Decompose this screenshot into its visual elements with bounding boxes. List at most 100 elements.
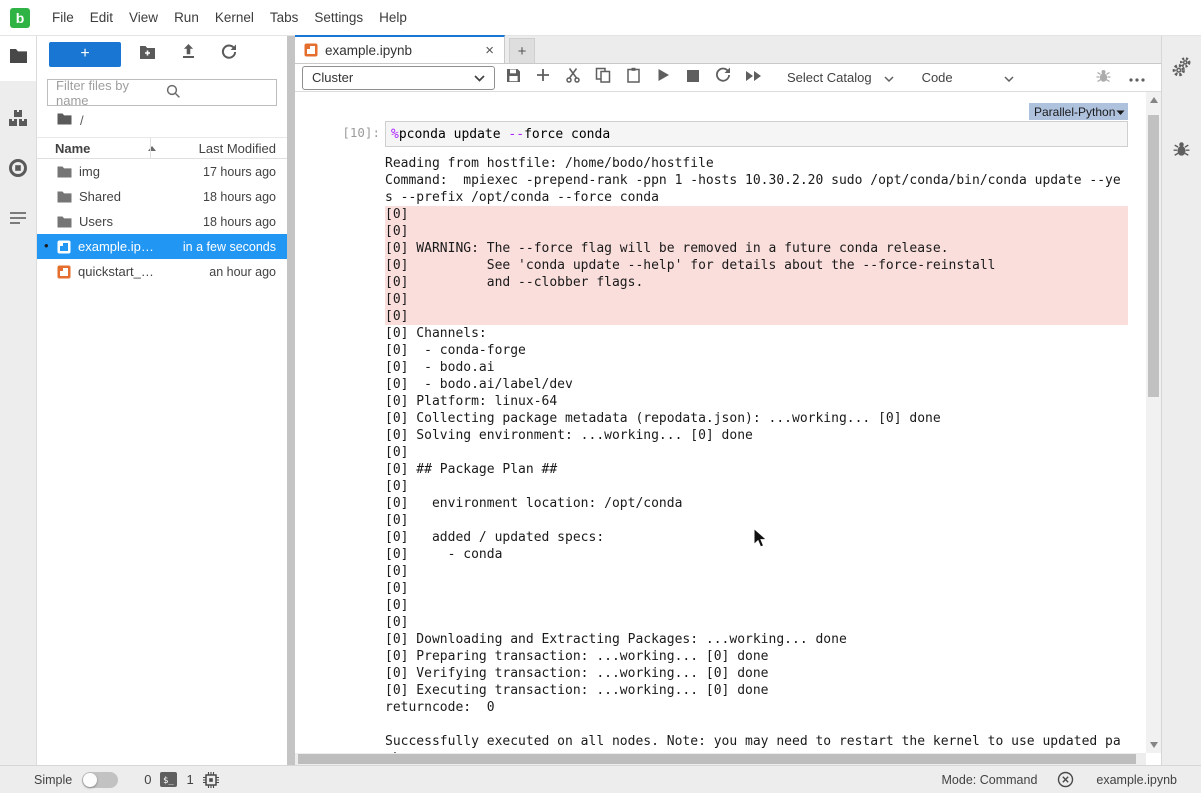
sidebar-tab-property-inspector[interactable] bbox=[1162, 44, 1201, 94]
notebook-icon bbox=[57, 265, 71, 279]
breadcrumb[interactable]: / bbox=[37, 106, 287, 134]
filter-placeholder: Filter files by name bbox=[48, 78, 158, 108]
column-divider bbox=[150, 138, 151, 158]
menu-file[interactable]: File bbox=[44, 10, 82, 25]
more-commands-button[interactable] bbox=[1125, 67, 1149, 89]
list-icon bbox=[8, 211, 28, 230]
breadcrumb-root: / bbox=[80, 113, 84, 128]
file-row-quickstart-notebook[interactable]: quickstart_… an hour ago bbox=[37, 259, 287, 284]
kernels-count[interactable]: 1 bbox=[186, 772, 193, 787]
stop-kernel-button[interactable] bbox=[681, 67, 705, 89]
horizontal-scrollbar-thumb[interactable] bbox=[298, 754, 1136, 764]
menu-edit[interactable]: Edit bbox=[82, 10, 121, 25]
kernel-select-dropdown[interactable]: Parallel-Python bbox=[1029, 103, 1128, 120]
file-browser-panel: + bbox=[37, 36, 287, 765]
simple-mode-toggle[interactable] bbox=[82, 772, 118, 788]
active-file-name[interactable]: example.ipynb bbox=[1096, 773, 1177, 787]
file-modified: 18 hours ago bbox=[203, 215, 287, 229]
new-tab-button[interactable]: + bbox=[509, 38, 535, 63]
vertical-scrollbar-thumb[interactable] bbox=[1148, 115, 1159, 397]
file-name: Users bbox=[79, 214, 113, 229]
copy-cells-button[interactable] bbox=[591, 67, 615, 89]
output-stderr-warning: [0] [0] [0] WARNING: The --force flag wi… bbox=[385, 206, 1128, 325]
code-cell-input[interactable]: %pconda update --force conda bbox=[385, 121, 1128, 147]
column-last-modified[interactable]: Last Modified bbox=[199, 141, 287, 156]
scroll-up-arrow[interactable] bbox=[1146, 94, 1161, 106]
scissors-icon bbox=[565, 67, 581, 88]
menu-tabs[interactable]: Tabs bbox=[262, 10, 307, 25]
chevron-down-icon bbox=[474, 70, 485, 85]
status-bar: Simple 0 $_ 1 Mode: Command example.ipyn… bbox=[0, 765, 1201, 793]
paste-cells-button[interactable] bbox=[621, 67, 645, 89]
new-folder-button[interactable] bbox=[132, 42, 162, 67]
save-button[interactable] bbox=[501, 67, 525, 89]
close-tab-icon[interactable]: × bbox=[485, 42, 494, 59]
cluster-select[interactable]: Cluster bbox=[302, 66, 495, 90]
restart-kernel-button[interactable] bbox=[711, 67, 735, 89]
enable-debugger-button[interactable] bbox=[1091, 67, 1115, 89]
upload-icon bbox=[181, 44, 196, 64]
add-cell-button[interactable] bbox=[531, 67, 555, 89]
main-dock-panel: example.ipynb × + Cluster bbox=[295, 36, 1161, 765]
stop-circle-icon bbox=[8, 158, 28, 183]
file-row-example-notebook[interactable]: • example.ip… in a few seconds bbox=[37, 234, 287, 259]
file-row-img[interactable]: img 17 hours ago bbox=[37, 159, 287, 184]
select-catalog-value: Select Catalog bbox=[787, 70, 872, 85]
debugger-bug-icon bbox=[1096, 68, 1111, 88]
vertical-scrollbar bbox=[1146, 92, 1161, 753]
folder-icon bbox=[57, 166, 72, 178]
run-cell-button[interactable] bbox=[651, 67, 675, 89]
sidebar-tab-file-browser[interactable] bbox=[0, 36, 36, 81]
right-activity-bar bbox=[1161, 36, 1201, 765]
menu-help[interactable]: Help bbox=[371, 10, 415, 25]
command-mode-indicator[interactable]: Mode: Command bbox=[942, 773, 1038, 787]
tab-bar: example.ipynb × + bbox=[295, 36, 1161, 64]
upload-button[interactable] bbox=[173, 42, 203, 67]
menu-settings[interactable]: Settings bbox=[306, 10, 371, 25]
notifications-off-icon[interactable] bbox=[1057, 771, 1074, 788]
file-row-shared[interactable]: Shared 18 hours ago bbox=[37, 184, 287, 209]
menu-view[interactable]: View bbox=[121, 10, 166, 25]
panel-splitter[interactable] bbox=[287, 36, 295, 765]
sidebar-tab-table-of-contents[interactable] bbox=[0, 195, 36, 245]
cut-cells-button[interactable] bbox=[561, 67, 585, 89]
terminals-count[interactable]: 0 bbox=[144, 772, 151, 787]
refresh-icon bbox=[221, 44, 237, 65]
filter-files-input[interactable]: Filter files by name bbox=[47, 79, 277, 106]
mouse-cursor bbox=[753, 528, 769, 555]
fast-forward-icon bbox=[745, 69, 762, 87]
tab-example-ipynb[interactable]: example.ipynb × bbox=[295, 35, 505, 63]
unsaved-dot-indicator: • bbox=[44, 238, 49, 253]
file-browser-toolbar: + bbox=[37, 36, 287, 72]
refresh-button[interactable] bbox=[214, 42, 244, 67]
file-modified: 17 hours ago bbox=[203, 165, 287, 179]
sidebar-tab-debugger[interactable] bbox=[1162, 126, 1201, 176]
run-icon bbox=[657, 68, 670, 87]
menu-kernel[interactable]: Kernel bbox=[207, 10, 262, 25]
double-gear-icon bbox=[1171, 56, 1193, 83]
output-stdout-head: Reading from hostfile: /home/bodo/hostfi… bbox=[385, 155, 1128, 206]
copy-icon bbox=[595, 67, 611, 88]
sidebar-tab-clusters[interactable] bbox=[0, 95, 36, 145]
paste-icon bbox=[626, 67, 641, 88]
file-name: Shared bbox=[79, 189, 121, 204]
cell-type-dropdown[interactable]: Code bbox=[922, 67, 1014, 89]
left-activity-bar bbox=[0, 36, 37, 765]
folder-icon bbox=[57, 191, 72, 203]
select-catalog-dropdown[interactable]: Select Catalog bbox=[787, 67, 894, 89]
sidebar-tab-running-kernels[interactable] bbox=[0, 145, 36, 195]
home-folder-icon bbox=[57, 113, 72, 128]
scroll-down-arrow[interactable] bbox=[1146, 739, 1161, 751]
bug-icon bbox=[1173, 140, 1190, 162]
new-launcher-button[interactable]: + bbox=[49, 42, 121, 67]
stop-icon bbox=[687, 69, 699, 87]
menu-run[interactable]: Run bbox=[166, 10, 207, 25]
file-row-users[interactable]: Users 18 hours ago bbox=[37, 209, 287, 234]
svg-text:$_: $_ bbox=[163, 776, 174, 786]
notebook-toolbar: Cluster bbox=[295, 64, 1161, 92]
notebook-icon bbox=[304, 43, 318, 57]
column-name[interactable]: Name bbox=[37, 141, 90, 156]
notebook-content: Parallel-Python [10]: %pconda update --f… bbox=[295, 92, 1146, 753]
terminal-icon: $_ bbox=[160, 772, 177, 787]
restart-run-all-button[interactable] bbox=[741, 67, 765, 89]
